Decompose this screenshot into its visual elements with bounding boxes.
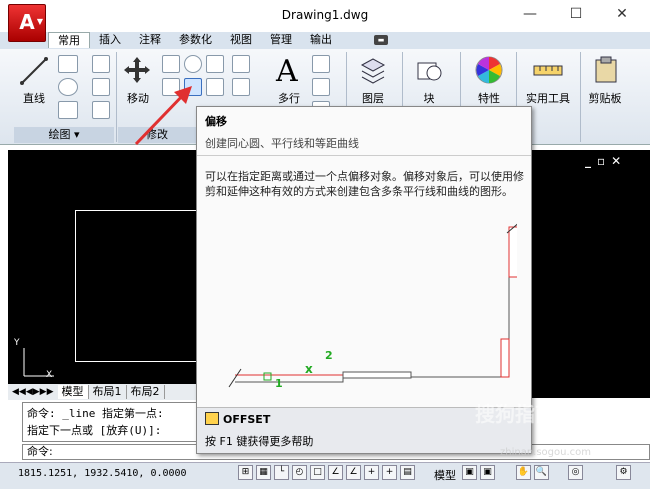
lineweight-button[interactable]: + bbox=[382, 465, 397, 480]
layout-nav-icons[interactable]: ◀◀◀▶▶▶ bbox=[8, 387, 58, 397]
tab-view[interactable]: 视图 bbox=[221, 32, 261, 48]
text-icon[interactable]: A bbox=[276, 54, 298, 89]
tab-parametric[interactable]: 参数化 bbox=[170, 32, 221, 48]
offset-illustration: x bbox=[228, 223, 517, 388]
tab-layout1[interactable]: 布局1 bbox=[89, 385, 127, 399]
trim-icon[interactable] bbox=[206, 55, 224, 73]
line-button-label[interactable]: 直线 bbox=[12, 90, 56, 106]
tab-model[interactable]: 模型 bbox=[57, 385, 89, 399]
command-history: 命令: _line 指定第一点: 指定下一点或 [放弃(U)]: bbox=[22, 402, 202, 442]
utilities-label[interactable]: 实用工具 bbox=[520, 90, 576, 106]
block-icon[interactable] bbox=[414, 55, 444, 85]
block-label[interactable]: 块 bbox=[412, 90, 446, 106]
minimize-button[interactable]: — bbox=[520, 6, 540, 26]
erase-icon[interactable] bbox=[232, 55, 250, 73]
ribbon-tabs: 常用 插入 注释 参数化 视图 管理 输出 bbox=[48, 32, 341, 48]
annotation-arrow-icon bbox=[134, 86, 192, 146]
workspace-gear-icon[interactable]: ⚙ bbox=[616, 465, 631, 480]
copy-icon[interactable] bbox=[162, 55, 180, 73]
layout-tab-bar: ◀◀◀▶▶▶ 模型 布局1 布局2 bbox=[8, 384, 208, 400]
ribbon-minimize-icon[interactable]: ▬ bbox=[374, 35, 388, 45]
chevron-down-icon: ▼ bbox=[36, 17, 43, 26]
pan-icon[interactable]: ✋ bbox=[516, 465, 531, 480]
tooltip-command-name: OFFSET bbox=[223, 413, 271, 426]
measure-ruler-icon[interactable] bbox=[532, 58, 564, 82]
close-button[interactable]: ✕ bbox=[612, 6, 632, 26]
drawn-rectangle[interactable] bbox=[75, 210, 205, 362]
rotate-icon[interactable] bbox=[184, 55, 202, 73]
clipboard-label[interactable]: 剪贴板 bbox=[584, 90, 626, 106]
drawing-quickview-button[interactable]: ▣ bbox=[480, 465, 495, 480]
tooltip-divider bbox=[197, 155, 531, 156]
coordinates-readout[interactable]: 1815.1251, 1932.5410, 0.0000 bbox=[18, 468, 187, 479]
application-menu-button[interactable]: A ▼ bbox=[8, 4, 46, 42]
arc-icon[interactable] bbox=[58, 101, 78, 119]
clipboard-icon[interactable] bbox=[592, 54, 620, 84]
polar-button[interactable]: ◴ bbox=[292, 465, 307, 480]
command-history-line: 指定下一点或 [放弃(U)]: bbox=[27, 424, 162, 437]
hatch-icon[interactable] bbox=[92, 78, 110, 96]
multiline-text-label[interactable]: 多行 bbox=[272, 90, 306, 106]
window-title: Drawing1.dwg bbox=[281, 8, 369, 22]
zoom-icon[interactable]: 🔍 bbox=[534, 465, 549, 480]
tab-output[interactable]: 输出 bbox=[301, 32, 341, 48]
ucs-y-label: Y bbox=[14, 338, 20, 348]
polyline-icon[interactable] bbox=[58, 55, 78, 73]
ortho-button[interactable]: └ bbox=[274, 465, 289, 480]
properties-label[interactable]: 特性 bbox=[470, 90, 508, 106]
layer-icon[interactable] bbox=[358, 55, 388, 85]
leader-icon[interactable] bbox=[312, 78, 330, 96]
app-logo: A bbox=[19, 10, 35, 34]
grid-button[interactable]: ▦ bbox=[256, 465, 271, 480]
model-space-button[interactable]: 模型 bbox=[434, 467, 456, 483]
tab-layout2[interactable]: 布局2 bbox=[127, 385, 165, 399]
tab-manage[interactable]: 管理 bbox=[261, 32, 301, 48]
ucs-icon bbox=[23, 348, 54, 377]
tooltip-title: 偏移 bbox=[205, 115, 227, 128]
maximize-button[interactable]: ☐ bbox=[566, 6, 586, 26]
tooltip-help-text: 按 F1 键获得更多帮助 bbox=[205, 435, 314, 448]
pick-point-1: 1 bbox=[275, 377, 283, 390]
steering-wheel-icon[interactable]: ◎ bbox=[568, 465, 583, 480]
dyn-button[interactable]: + bbox=[364, 465, 379, 480]
ucs-x-label: X bbox=[46, 370, 53, 380]
region-icon[interactable] bbox=[92, 101, 110, 119]
dimension-icon[interactable] bbox=[312, 55, 330, 73]
document-window-controls[interactable]: _▫✕ bbox=[585, 154, 627, 168]
line-icon[interactable] bbox=[18, 55, 50, 87]
layer-label[interactable]: 图层 bbox=[352, 90, 394, 106]
tab-annotate[interactable]: 注释 bbox=[130, 32, 170, 48]
explode-icon[interactable] bbox=[232, 78, 250, 96]
mirror-icon[interactable] bbox=[206, 78, 224, 96]
osnap-button[interactable]: □ bbox=[310, 465, 325, 480]
rectangle-icon[interactable] bbox=[92, 55, 110, 73]
tab-home[interactable]: 常用 bbox=[48, 32, 90, 48]
tooltip-subtitle: 创建同心圆、平行线和等距曲线 bbox=[205, 137, 359, 150]
offset-command-icon bbox=[205, 412, 219, 425]
group-draw-label[interactable]: 绘图 ▾ bbox=[14, 127, 114, 143]
watermark-url: zhinan.sogou.com bbox=[500, 447, 592, 458]
properties-color-wheel-icon[interactable] bbox=[474, 55, 504, 85]
otrack-button[interactable]: ∠ bbox=[328, 465, 343, 480]
circle-icon[interactable] bbox=[58, 78, 78, 96]
tooltip-description: 可以在指定距离或通过一个点偏移对象。偏移对象后，可以使用修剪和延伸这种有效的方式… bbox=[205, 170, 524, 198]
tab-insert[interactable]: 插入 bbox=[90, 32, 130, 48]
pick-point-2: 2 bbox=[325, 349, 333, 362]
svg-text:x: x bbox=[305, 362, 313, 376]
snap-grid-button[interactable]: ⊞ bbox=[238, 465, 253, 480]
ducs-button[interactable]: ∠ bbox=[346, 465, 361, 480]
ribbon-separator bbox=[116, 52, 117, 142]
command-history-line: 命令: _line 指定第一点: bbox=[27, 407, 164, 420]
watermark-brand: 搜狗指南 bbox=[475, 402, 555, 426]
layout-quickview-button[interactable]: ▣ bbox=[462, 465, 477, 480]
quick-properties-button[interactable]: ▤ bbox=[400, 465, 415, 480]
ribbon-separator bbox=[580, 52, 581, 142]
